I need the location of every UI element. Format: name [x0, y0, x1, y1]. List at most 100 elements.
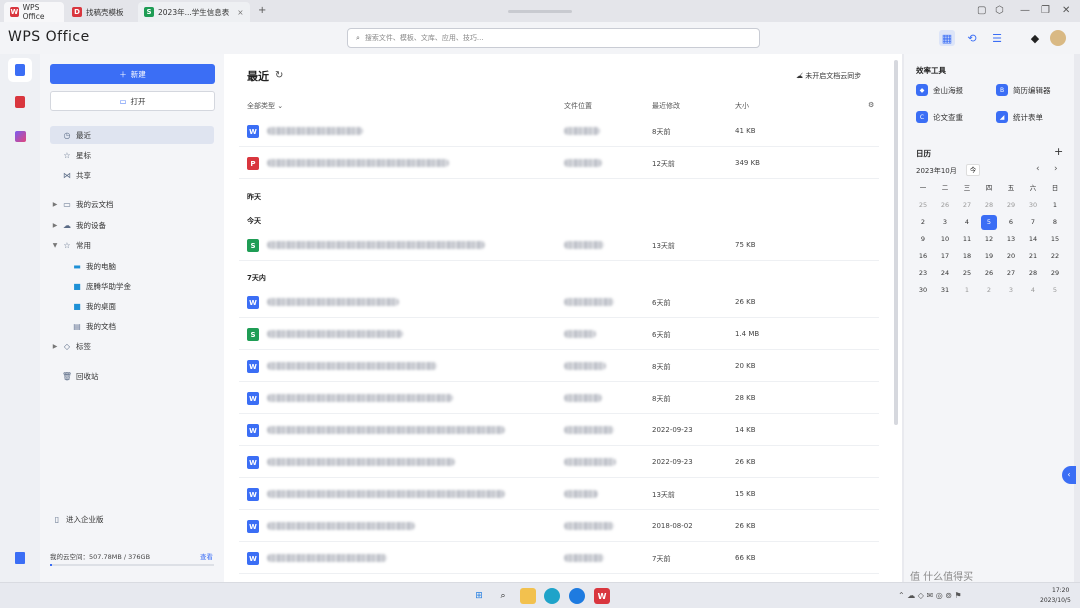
calendar-day[interactable]: 17 [934, 248, 956, 265]
edge-icon[interactable] [544, 588, 560, 604]
open-button[interactable]: ▭ 打开 [50, 91, 215, 111]
calendar-day[interactable]: 5 [981, 215, 997, 230]
collapse-icon[interactable]: ▼ [50, 242, 60, 249]
calendar-day[interactable]: 19 [978, 248, 1000, 265]
scrollbar[interactable] [894, 60, 898, 425]
badge-icon[interactable]: ◆ [1027, 30, 1043, 46]
calendar-day[interactable]: 11 [956, 231, 978, 248]
calendar-day[interactable]: 28 [978, 197, 1000, 214]
tool-resume[interactable]: B 简历编辑器 [996, 82, 1051, 98]
apps-icon[interactable] [8, 124, 32, 148]
column-location[interactable]: 文件位置 [564, 101, 592, 111]
column-size[interactable]: 大小 [735, 101, 749, 111]
refresh-icon[interactable]: ↻ [275, 70, 283, 81]
search-icon[interactable]: ⌕ [495, 588, 511, 604]
calendar-day[interactable]: 20 [1000, 248, 1022, 265]
prev-month-icon[interactable]: ‹ [1036, 164, 1040, 174]
sidebar-item-starred[interactable]: ☆ 星标 [50, 146, 214, 164]
file-row[interactable]: W 8天前 28 KB [239, 383, 879, 414]
close-icon[interactable]: × [237, 8, 243, 17]
calendar-day[interactable]: 15 [1044, 231, 1066, 248]
add-event-icon[interactable]: + [1054, 145, 1063, 158]
calendar-day[interactable]: 13 [1000, 231, 1022, 248]
calendar-day[interactable]: 27 [956, 197, 978, 214]
cloud-sync-status[interactable]: ☁̸ 未开启文档云同步 [796, 71, 861, 81]
storage-view-link[interactable]: 查看 [200, 551, 213, 561]
column-modified[interactable]: 最近修改 [652, 101, 680, 111]
calendar-day[interactable]: 25 [956, 265, 978, 282]
sidebar-item-trash[interactable]: 🗑 回收站 [50, 367, 214, 385]
calendar-day[interactable]: 1 [956, 282, 978, 299]
tool-form[interactable]: ◢ 统计表单 [996, 109, 1043, 125]
calendar-day[interactable]: 28 [1022, 265, 1044, 282]
expand-icon[interactable]: ▶ [50, 343, 60, 350]
calendar-day[interactable]: 1 [1044, 197, 1066, 214]
calendar-day[interactable]: 23 [912, 265, 934, 282]
file-row[interactable]: W 2018-08-02 26 KB [239, 511, 879, 542]
calendar-day[interactable]: 21 [1022, 248, 1044, 265]
calendar-day[interactable]: 29 [1044, 265, 1066, 282]
file-row[interactable]: S 13天前 75 KB [239, 230, 879, 261]
calendar-day[interactable]: 26 [978, 265, 1000, 282]
tab-spreadsheet[interactable]: S 2023年...学生信息表 × [138, 2, 250, 22]
grid-view-icon[interactable]: ▦ [939, 30, 955, 46]
expand-icon[interactable]: ▶ [50, 222, 60, 229]
calendar-day[interactable]: 25 [912, 197, 934, 214]
app-icon[interactable] [569, 588, 585, 604]
calendar-day[interactable]: 2 [978, 282, 1000, 299]
file-row[interactable]: W 13天前 15 KB [239, 479, 879, 510]
expand-icon[interactable]: ▶ [50, 201, 60, 208]
file-row[interactable]: P 12天前 349 KB [239, 148, 879, 179]
maximize-icon[interactable]: ❐ [1041, 5, 1050, 16]
calendar-day[interactable]: 5 [1044, 282, 1066, 299]
search-input[interactable]: ⌕ 搜索文件、模板、文库、应用、技巧... [347, 28, 760, 48]
sidebar-item-shared[interactable]: ⋈ 共享 [50, 166, 214, 184]
pdf-icon[interactable] [8, 90, 32, 114]
sidebar-item-scholarship[interactable]: ■ 庞腾华助学金 [50, 277, 194, 295]
next-month-icon[interactable]: › [1054, 164, 1058, 174]
calendar-day[interactable]: 2 [912, 214, 934, 231]
enterprise-link[interactable]: ▯ 进入企业版 [50, 510, 214, 528]
calendar-day[interactable]: 8 [1044, 214, 1066, 231]
tab-template[interactable]: D 找稿壳模板 [66, 2, 136, 22]
file-row[interactable]: W 7天前 66 KB [239, 543, 879, 574]
sidebar-item-my-computer[interactable]: ▬ 我的电脑 [50, 257, 194, 275]
tab-wps-office[interactable]: W WPS Office [4, 2, 64, 22]
calendar-day[interactable]: 29 [1000, 197, 1022, 214]
calendar-day[interactable]: 24 [934, 265, 956, 282]
calendar-day[interactable]: 9 [912, 231, 934, 248]
calendar-day[interactable]: 22 [1044, 248, 1066, 265]
calendar-day[interactable]: 3 [1000, 282, 1022, 299]
tool-poster[interactable]: ◆ 金山海报 [916, 82, 963, 98]
type-filter[interactable]: 全部类型 ⌄ [247, 101, 283, 111]
calendar-day[interactable]: 26 [934, 197, 956, 214]
calendar-day[interactable]: 30 [912, 282, 934, 299]
calendar-day[interactable]: 10 [934, 231, 956, 248]
cube-icon[interactable]: ⬡ [995, 5, 1004, 16]
sidebar-item-recent[interactable]: ◷ 最近 [50, 126, 214, 144]
sidebar-item-cloud-docs[interactable]: ▶ ▭ 我的云文档 [50, 195, 214, 213]
menu-icon[interactable]: ☰ [989, 30, 1005, 46]
calendar-day[interactable]: 6 [1000, 214, 1022, 231]
calendar-day[interactable]: 14 [1022, 231, 1044, 248]
drag-handle[interactable] [508, 10, 572, 13]
layout-icon[interactable]: ▢ [977, 5, 986, 16]
file-row[interactable]: W 2022-09-23 26 KB [239, 447, 879, 478]
calendar-day[interactable]: 7 [1022, 214, 1044, 231]
building-icon[interactable] [8, 546, 32, 570]
sync-icon[interactable]: ⟲ [964, 30, 980, 46]
file-row[interactable]: S 6天前 1.4 MB [239, 319, 879, 350]
calendar-day[interactable]: 4 [956, 214, 978, 231]
docs-icon[interactable] [8, 58, 32, 82]
calendar-day[interactable]: 30 [1022, 197, 1044, 214]
tray-icons[interactable]: ⌃ ☁ ◇ ✉ ◎ ⊚ ⚑ [898, 591, 962, 600]
file-row[interactable]: W 6天前 26 KB [239, 287, 879, 318]
new-button[interactable]: ＋新建 [50, 64, 215, 84]
sidebar-item-tags[interactable]: ▶ ◇ 标签 [50, 337, 214, 355]
new-tab-icon[interactable]: + [258, 5, 266, 16]
calendar-day[interactable]: 12 [978, 231, 1000, 248]
calendar-day[interactable]: 3 [934, 214, 956, 231]
file-row[interactable]: W 8天前 20 KB [239, 351, 879, 382]
calendar-day[interactable]: 4 [1022, 282, 1044, 299]
windows-start-icon[interactable]: ⊞ [471, 588, 487, 604]
